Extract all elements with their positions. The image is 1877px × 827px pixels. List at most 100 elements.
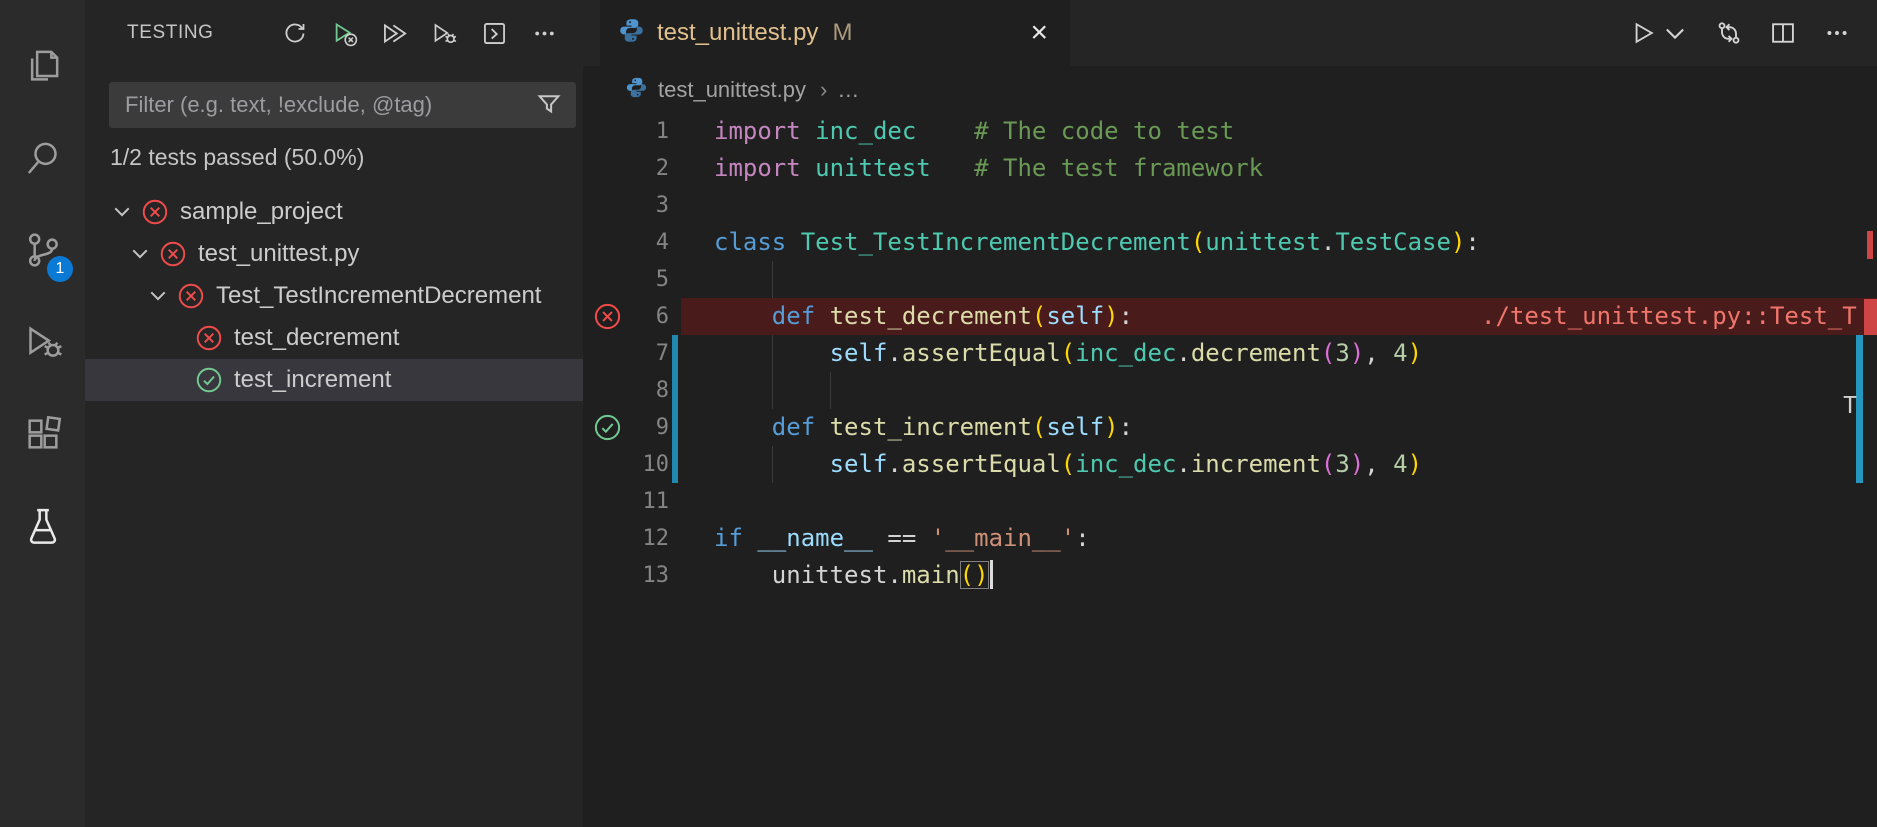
code-token: 3 (1335, 450, 1350, 478)
activity-item-explorer[interactable] (0, 22, 85, 114)
test-tree-item[interactable]: test_unittest.py (85, 233, 583, 275)
line-number: 7 (655, 341, 669, 366)
code-token: ( (1190, 228, 1206, 256)
activity-item-run-debug[interactable] (0, 298, 85, 390)
run-test-gutter-icon[interactable] (583, 298, 631, 335)
code-token: self (829, 339, 888, 367)
close-icon[interactable]: × (1026, 18, 1052, 48)
code-line-content[interactable]: if __name__ == '__main__': (681, 520, 1877, 557)
code-line: 11 (583, 483, 1877, 520)
breadcrumb-ellipsis[interactable]: … (837, 77, 861, 103)
test-tree-item[interactable]: test_decrement (85, 317, 583, 359)
gutter-bar (669, 261, 681, 298)
code-token: __name__ (757, 524, 873, 552)
run-python-file-button[interactable] (1629, 19, 1689, 47)
more-actions-icon[interactable] (523, 12, 565, 54)
gutter-bar (669, 520, 681, 557)
activity-item-extensions[interactable] (0, 390, 85, 482)
code-token: unittest (1205, 228, 1321, 256)
code-editor[interactable]: 1 import inc_dec # The code to test 2 impor… (583, 113, 1877, 827)
test-failed-icon (139, 196, 171, 228)
gutter-bar (669, 298, 681, 335)
show-test-output-button[interactable] (473, 12, 515, 54)
code-token: 4 (1393, 339, 1408, 367)
code-token: ( (1031, 302, 1047, 330)
rerun-failed-tests-button[interactable] (323, 12, 365, 54)
search-icon (23, 138, 63, 183)
code-token: import (714, 154, 801, 182)
test-tree-item[interactable]: test_increment (85, 359, 583, 401)
code-line-content[interactable]: self.assertEqual(inc_dec.decrement(3), 4… (681, 335, 1877, 372)
code-line: 7 self.assertEqual(inc_dec.decrement(3),… (583, 335, 1877, 372)
test-tree-item[interactable]: sample_project (85, 191, 583, 233)
test-filter-input[interactable] (109, 92, 509, 118)
activity-item-testing[interactable] (0, 482, 85, 574)
breadcrumb-file[interactable]: test_unittest.py (658, 77, 806, 103)
debug-tests-button[interactable] (423, 12, 465, 54)
code-line-content[interactable]: import inc_dec # The code to test (681, 113, 1877, 150)
code-line-content[interactable] (681, 372, 1877, 409)
code-token: ) (1407, 450, 1423, 478)
code-line: 6 def test_decrement(self): ./test_unitte… (583, 298, 1877, 335)
gutter (583, 150, 631, 187)
refresh-tests-button[interactable] (273, 12, 315, 54)
gutter (583, 187, 631, 224)
run-test-gutter-icon[interactable] (583, 409, 631, 446)
code-token: inc_dec (815, 117, 917, 145)
test-failed-icon (175, 280, 207, 312)
code-line-content[interactable]: import unittest # The test framework (681, 150, 1877, 187)
code-token: self (829, 450, 888, 478)
code-token: '__main__' (930, 524, 1076, 552)
breadcrumb[interactable]: test_unittest.py › … (583, 66, 1877, 113)
code-token: ( (1031, 413, 1047, 441)
tab-bar: test_unittest.py M × (583, 0, 1877, 66)
test-tree-item-label: test_unittest.py (198, 240, 360, 267)
gutter (583, 224, 631, 261)
test-summary: 1/2 tests passed (50.0%) (110, 144, 365, 170)
line-number: 12 (642, 526, 670, 551)
line-number: 11 (642, 489, 670, 514)
chevron-down-icon[interactable] (107, 197, 137, 227)
more-actions-icon[interactable] (1823, 19, 1851, 47)
test-failed-icon (157, 238, 189, 270)
code-token: Test_TestIncrementDecrement (800, 228, 1191, 256)
code-line-content[interactable]: self.assertEqual(inc_dec.increment(3), 4… (681, 446, 1877, 483)
code-line-content[interactable]: class Test_TestIncrementDecrement(unitte… (681, 224, 1877, 261)
code-token: ) (1104, 302, 1119, 330)
overview-ruler-error-mark (1867, 231, 1873, 259)
line-number: 13 (642, 563, 670, 588)
activity-item-source-control[interactable]: 1 (0, 206, 85, 298)
activity-item-search[interactable] (0, 114, 85, 206)
overview-ruler-modified-mark[interactable] (1856, 335, 1863, 483)
chevron-down-icon[interactable] (143, 281, 173, 311)
line-number: 6 (655, 304, 669, 329)
indent-guide (771, 335, 773, 372)
python-file-icon (625, 76, 648, 104)
filter-funnel-icon[interactable] (534, 90, 564, 125)
code-line-content[interactable] (681, 483, 1877, 520)
chevron-down-icon[interactable] (125, 239, 155, 269)
code-line-content[interactable] (681, 187, 1877, 224)
split-editor-icon[interactable] (1769, 19, 1797, 47)
code-token: ) (1450, 228, 1466, 256)
code-line-content[interactable] (681, 261, 1877, 298)
test-passed-icon (193, 364, 225, 396)
gutter (583, 261, 631, 298)
test-tree-item[interactable]: Test_TestIncrementDecrement (85, 275, 583, 317)
gutter-bar (669, 113, 681, 150)
tab-title: test_unittest.py (657, 19, 819, 46)
code-token: # The test framework (974, 154, 1264, 182)
code-line-content[interactable]: def test_decrement(self): ./test_unittest… (681, 298, 1877, 335)
indent-guide (771, 446, 773, 483)
open-changes-icon[interactable] (1715, 19, 1743, 47)
files-icon (23, 46, 63, 91)
code-line-content[interactable]: unittest.main() (681, 557, 1877, 594)
tab-test-unittest[interactable]: test_unittest.py M × (600, 0, 1070, 66)
code-line: 9 def test_increment(self): (583, 409, 1877, 446)
run-all-tests-button[interactable] (373, 12, 415, 54)
code-line-content[interactable]: def test_increment(self): (681, 409, 1877, 446)
